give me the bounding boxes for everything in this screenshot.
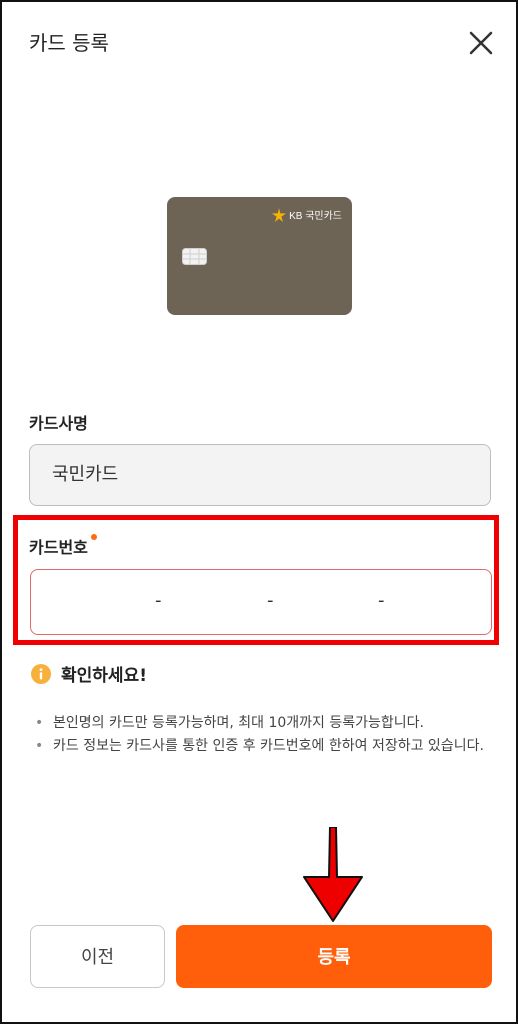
arrow-down-icon [303, 827, 363, 922]
notice-item: 카드 정보는 카드사를 통한 인증 후 카드번호에 한하여 저장하고 있습니다. [35, 735, 495, 758]
notice-heading: 확인하세요! [31, 661, 147, 686]
register-button[interactable]: 등록 [176, 925, 492, 988]
card-register-screen: 카드 등록 KB 국민카드 카드사명 국민카드 카드번호 - - - 확인하세요… [0, 0, 518, 1024]
close-button[interactable] [465, 27, 497, 59]
highlight-annotation-box [13, 515, 499, 645]
card-company-label: 카드사명 [29, 414, 88, 433]
card-brand-logo: KB 국민카드 [272, 207, 342, 222]
chip-icon [182, 248, 207, 265]
notice-list: 본인명의 카드만 등록가능하며, 최대 10개까지 등록가능합니다. 카드 정보… [35, 712, 495, 758]
info-icon [31, 663, 51, 684]
kb-star-icon [272, 207, 287, 222]
prev-button[interactable]: 이전 [30, 925, 165, 988]
card-company-field: 국민카드 [29, 444, 491, 506]
notice-title: 확인하세요! [61, 666, 147, 686]
page-title: 카드 등록 [29, 31, 109, 55]
close-icon [469, 31, 493, 55]
card-brand-text: KB 국민카드 [289, 211, 342, 222]
notice-item: 본인명의 카드만 등록가능하며, 최대 10개까지 등록가능합니다. [35, 712, 495, 735]
card-preview: KB 국민카드 [167, 197, 352, 315]
